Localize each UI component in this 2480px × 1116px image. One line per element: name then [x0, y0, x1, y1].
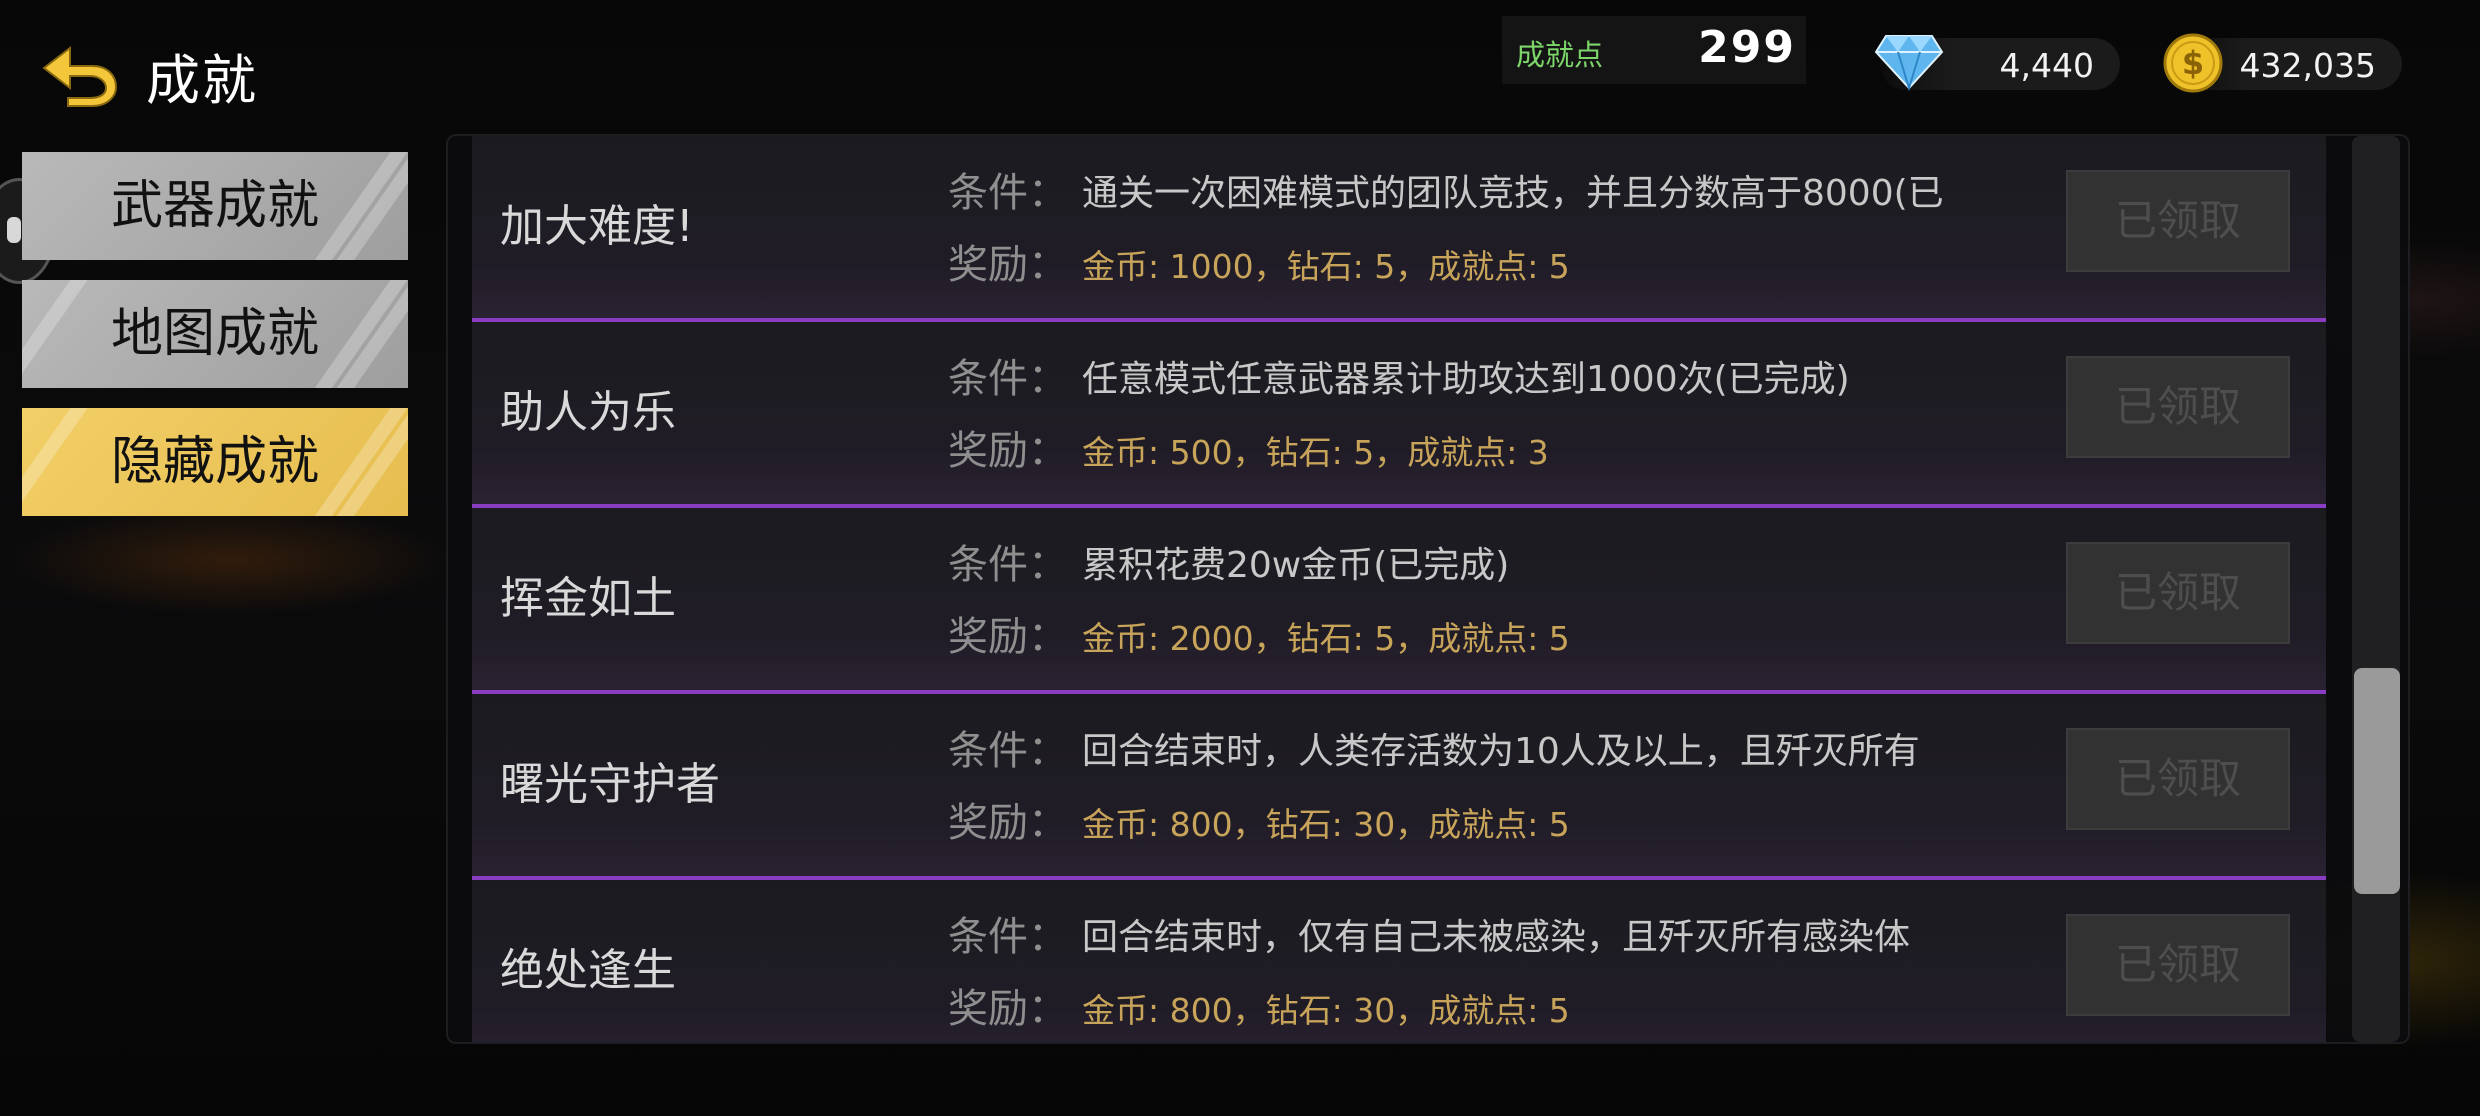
reward-text: 金币: 800，钻石: 30，成就点: 5	[1082, 805, 1570, 844]
claimed-button[interactable]: 已领取	[2066, 356, 2290, 458]
tab-hidden-achievements[interactable]: 隐藏成就	[22, 408, 408, 516]
achievement-name: 绝处逢生	[500, 945, 676, 996]
achievement-screen: 成就 成就点 299 4,440 432,035 $ 武器成就 地图成就 隐藏成…	[0, 0, 2480, 1116]
coin-count: 432,035	[2239, 46, 2376, 85]
scrollbar-thumb[interactable]	[2354, 668, 2400, 894]
claimed-button[interactable]: 已领取	[2066, 170, 2290, 272]
reward-label: 奖励：	[948, 242, 1068, 288]
condition-label: 条件：	[948, 914, 1068, 960]
condition-text: 回合结束时，人类存活数为10人及以上，且歼灭所有	[1082, 731, 1920, 772]
condition-text: 任意模式任意武器累计助攻达到1000次(已完成)	[1082, 359, 1850, 400]
tab-weapon-achievements[interactable]: 武器成就	[22, 152, 408, 260]
reward-label: 奖励：	[948, 986, 1068, 1032]
reward-text: 金币: 1000，钻石: 5，成就点: 5	[1082, 247, 1570, 286]
achievement-name: 助人为乐	[500, 387, 676, 438]
condition-label: 条件：	[948, 728, 1068, 774]
achievement-row: 加大难度! 条件： 通关一次困难模式的团队竞技，并且分数高于8000(已 奖励：…	[472, 136, 2326, 322]
svg-text:$: $	[2182, 44, 2204, 82]
achievement-points-box: 成就点 299	[1502, 16, 1806, 84]
diamond-count: 4,440	[1999, 46, 2094, 85]
achievement-list-panel: 加大难度! 条件： 通关一次困难模式的团队竞技，并且分数高于8000(已 奖励：…	[446, 134, 2410, 1044]
condition-text: 回合结束时，仅有自己未被感染，且歼灭所有感染体	[1082, 917, 1911, 958]
back-arrow-icon	[42, 45, 118, 107]
tab-map-achievements[interactable]: 地图成就	[22, 280, 408, 388]
achievement-row: 挥金如土 条件： 累积花费20w金币(已完成) 奖励： 金币: 2000，钻石:…	[472, 508, 2326, 694]
condition-label: 条件：	[948, 356, 1068, 402]
reward-label: 奖励：	[948, 800, 1068, 846]
reward-text: 金币: 800，钻石: 30，成就点: 5	[1082, 991, 1570, 1030]
achievement-row: 助人为乐 条件： 任意模式任意武器累计助攻达到1000次(已完成) 奖励： 金币…	[472, 322, 2326, 508]
tab-label: 地图成就	[110, 304, 319, 364]
achievement-name: 挥金如土	[500, 573, 676, 624]
tab-label: 武器成就	[110, 176, 319, 236]
reward-text: 金币: 2000，钻石: 5，成就点: 5	[1082, 619, 1570, 658]
claimed-button[interactable]: 已领取	[2066, 728, 2290, 830]
achievement-points-label: 成就点	[1516, 38, 1604, 72]
reward-label: 奖励：	[948, 428, 1068, 474]
achievement-row: 绝处逢生 条件： 回合结束时，仅有自己未被感染，且歼灭所有感染体 奖励： 金币:…	[472, 880, 2326, 1042]
scrollbar-track[interactable]	[2352, 136, 2400, 1042]
diamond-icon	[1874, 35, 1944, 92]
achievement-name: 曙光守护者	[500, 759, 720, 810]
page-title: 成就	[146, 49, 258, 112]
reward-label: 奖励：	[948, 614, 1068, 660]
condition-text: 累积花费20w金币(已完成)	[1082, 545, 1510, 586]
tab-label: 隐藏成就	[110, 432, 319, 492]
claimed-button[interactable]: 已领取	[2066, 542, 2290, 644]
achievement-points-value: 299	[1698, 22, 1796, 73]
achievement-row: 曙光守护者 条件： 回合结束时，人类存活数为10人及以上，且歼灭所有 奖励： 金…	[472, 694, 2326, 880]
reward-text: 金币: 500，钻石: 5，成就点: 3	[1082, 433, 1549, 472]
achievement-list[interactable]: 加大难度! 条件： 通关一次困难模式的团队竞技，并且分数高于8000(已 奖励：…	[472, 136, 2326, 1042]
back-button[interactable]	[38, 38, 122, 108]
dollar-coin-icon: $	[2163, 33, 2223, 93]
condition-label: 条件：	[948, 542, 1068, 588]
claimed-button[interactable]: 已领取	[2066, 914, 2290, 1016]
achievement-name: 加大难度!	[500, 201, 694, 252]
condition-label: 条件：	[948, 170, 1068, 216]
condition-text: 通关一次困难模式的团队竞技，并且分数高于8000(已	[1082, 173, 1944, 214]
